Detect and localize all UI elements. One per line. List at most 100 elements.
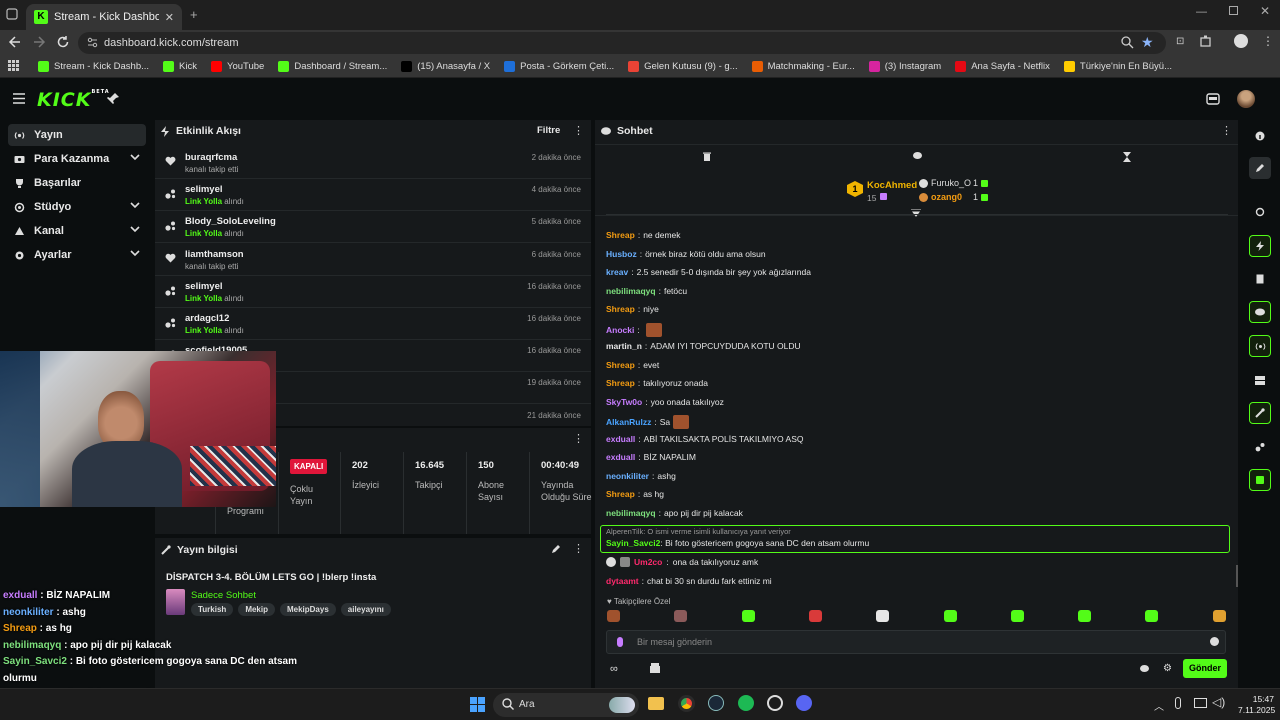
stream-info-more-icon[interactable]: ⋮ [573, 542, 584, 555]
stats-more-icon[interactable]: ⋮ [573, 432, 584, 445]
send-button[interactable]: Gönder [1183, 659, 1227, 678]
bookmark-star-icon[interactable]: ★ [1141, 34, 1154, 51]
bookmark-item[interactable]: (3) Instagram [868, 61, 941, 72]
chat-username[interactable]: SkyTw0o [606, 397, 642, 407]
edit-tool-icon[interactable] [1249, 157, 1271, 179]
chevron-down-icon[interactable] [130, 154, 140, 161]
lightning-rail-icon[interactable] [1249, 235, 1271, 257]
chat-username[interactable]: Shreap [606, 378, 635, 388]
hourglass-icon[interactable] [1123, 152, 1131, 162]
tray-volume-icon[interactable]: ◁) [1212, 695, 1225, 709]
bookmark-item[interactable]: Türkiye'nin En Büyü... [1063, 61, 1172, 72]
chevron-down-icon[interactable] [130, 226, 140, 233]
filter-button[interactable]: Filtre [537, 125, 560, 136]
chat-gear-icon[interactable]: ⚙ [1163, 663, 1172, 674]
chat-more-icon[interactable]: ⋮ [1221, 124, 1232, 137]
file-explorer-icon[interactable] [648, 697, 664, 710]
chat-username[interactable]: exduall [606, 434, 635, 444]
bookmark-item[interactable]: Ana Sayfa - Netflix [955, 61, 1050, 72]
tag-chip[interactable]: Turkish [191, 603, 234, 616]
wrench-rail-icon[interactable] [1249, 402, 1271, 424]
pin-tool-icon[interactable] [107, 92, 120, 105]
stream-preview-icon[interactable] [1206, 93, 1220, 105]
tray-network-icon[interactable] [1194, 698, 1207, 708]
activity-item[interactable]: Blody_SoloLeveling Link Yolla alındı 5 dak… [155, 211, 591, 244]
bookmark-item[interactable]: Gelen Kutusu (9) - g... [628, 61, 738, 72]
taskbar-clock[interactable]: 15:47 7.11.2025 [1238, 694, 1275, 716]
chat-username[interactable]: martin_n [606, 341, 642, 351]
chat-username[interactable]: Shreap [606, 489, 635, 499]
sidebar-item[interactable]: Yayın [8, 124, 146, 146]
chat-username[interactable]: Shreap [606, 230, 635, 240]
emote-icon[interactable] [607, 610, 620, 622]
microphone-icon[interactable] [617, 637, 623, 647]
emoji-picker-icon[interactable] [1210, 637, 1219, 646]
close-window-icon[interactable]: ✕ [1260, 4, 1270, 18]
crosshair-icon[interactable] [1249, 201, 1271, 223]
chat-username[interactable]: neonkiliter [606, 471, 649, 481]
user-avatar[interactable] [1237, 90, 1255, 108]
tab-search-icon[interactable] [6, 8, 18, 20]
tray-chevron-icon[interactable]: ︿ [1154, 698, 1164, 713]
browser-menu-icon[interactable]: ⋮ [1262, 34, 1274, 48]
emote-icon[interactable] [1145, 610, 1159, 622]
activity-username[interactable]: selimyel [185, 281, 223, 292]
activity-username[interactable]: buraqrfcma [185, 152, 237, 163]
activity-item[interactable]: selimyel Link Yolla alındı 16 dakika önce [155, 276, 591, 308]
bot-icon[interactable] [1249, 469, 1271, 491]
extension-icon[interactable]: ⊡ [1176, 36, 1184, 47]
activity-username[interactable]: liamthamson [185, 249, 244, 260]
hamburger-menu-icon[interactable] [13, 93, 25, 104]
new-tab-button[interactable]: + [190, 7, 198, 22]
bookmark-item[interactable]: YouTube [210, 61, 264, 72]
document-icon[interactable] [1249, 268, 1271, 290]
chat-username[interactable]: Husboz [606, 249, 637, 259]
activity-username[interactable]: Blody_SoloLeveling [185, 216, 276, 227]
sidebar-item[interactable]: Ayarlar [8, 244, 146, 266]
site-info-icon[interactable] [87, 37, 98, 48]
reply-username[interactable]: Sayin_Savci2 [606, 538, 660, 548]
after-message-1-user[interactable]: Um2co [634, 557, 662, 567]
apps-grid-icon[interactable] [8, 60, 19, 71]
store-icon[interactable] [650, 663, 660, 673]
third-gifter-name[interactable]: ozang0 [931, 192, 962, 202]
forward-icon[interactable] [32, 35, 46, 49]
taskbar-search[interactable]: Ara [493, 693, 639, 717]
emote-icon[interactable] [1212, 610, 1226, 622]
tag-chip[interactable]: Mekip [238, 603, 275, 616]
tag-chip[interactable]: aileyayını [340, 603, 391, 616]
rewards-rail-icon[interactable] [1249, 436, 1271, 458]
chat-commands-icon[interactable]: ∞ [610, 663, 618, 675]
reload-icon[interactable] [56, 35, 70, 49]
chat-username[interactable]: nebilimaqyq [606, 508, 656, 518]
activity-more-icon[interactable]: ⋮ [573, 124, 584, 137]
spotify-icon[interactable] [738, 695, 754, 711]
bookmark-item[interactable]: Matchmaking - Eur... [751, 61, 855, 72]
broadcast-rail-icon[interactable] [1249, 335, 1271, 357]
trash-icon[interactable] [703, 152, 711, 161]
sidebar-item[interactable]: Kanal [8, 220, 146, 242]
kick-logo[interactable]: KICKBETA [37, 89, 110, 111]
minimize-icon[interactable]: — [1196, 6, 1207, 18]
discord-icon[interactable] [796, 695, 812, 711]
top-gifter-name[interactable]: KocAhmed [867, 180, 917, 191]
emote-icon[interactable] [808, 610, 822, 622]
zoom-icon[interactable] [1121, 36, 1134, 49]
chat-rail-icon[interactable] [1249, 301, 1271, 323]
edit-pencil-icon[interactable] [551, 544, 561, 554]
info-icon[interactable] [1249, 125, 1271, 147]
chat-username[interactable]: exduall [606, 452, 635, 462]
after-message-2-user[interactable]: dytaamt [606, 576, 639, 586]
activity-item[interactable]: selimyel Link Yolla alındı 4 dakika önce [155, 179, 591, 212]
second-gifter-name[interactable]: Furuko_O [931, 178, 971, 188]
tray-mic-icon[interactable] [1175, 697, 1181, 709]
extensions-puzzle-icon[interactable] [1200, 35, 1212, 47]
chat-input[interactable]: Bir mesaj gönderin [606, 630, 1226, 654]
activity-item[interactable]: ardagcl12 Link Yolla alındı 16 dakika önce [155, 308, 591, 340]
chat-settings-bubble-icon[interactable] [1140, 665, 1149, 672]
browser-tab[interactable]: K Stream - Kick Dashboard ✕ [26, 4, 182, 30]
sidebar-item[interactable]: Para Kazanma [8, 148, 146, 170]
profile-avatar-icon[interactable] [1234, 34, 1248, 48]
category-link[interactable]: Sadece Sohbet [191, 590, 256, 601]
steam-icon[interactable] [708, 695, 724, 711]
